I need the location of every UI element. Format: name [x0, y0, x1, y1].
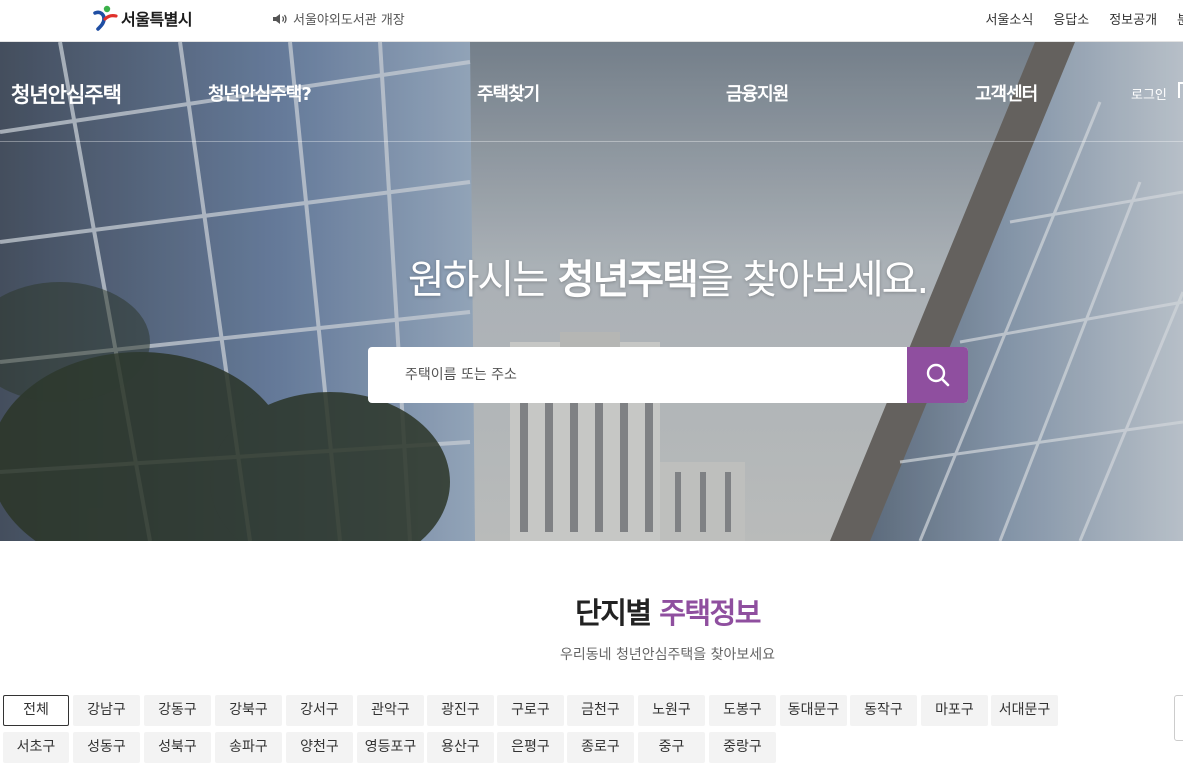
district-chip-all[interactable]: 전체	[3, 695, 69, 726]
hero-title: 원하시는 청년주택을 찾아보세요.	[0, 247, 1183, 305]
district-chip[interactable]: 노원구	[638, 695, 705, 726]
login-link[interactable]: 로그인	[1131, 84, 1167, 103]
district-chip[interactable]: 강남구	[73, 695, 140, 726]
nav-item-customer-center[interactable]: 고객센터	[975, 80, 1038, 106]
hero-banner: 청년안심주택 청년안심주택? 주택찾기 금융지원 고객센터 로그인 원하시는 청…	[0, 42, 1183, 541]
util-link-news[interactable]: 서울소식	[985, 9, 1033, 28]
district-chip[interactable]: 송파구	[215, 732, 282, 763]
district-chip[interactable]: 서대문구	[991, 695, 1058, 726]
side-panel-edge[interactable]	[1174, 695, 1183, 741]
district-chip[interactable]: 광진구	[427, 695, 494, 726]
section-title-main: 단지별	[575, 596, 660, 630]
section-subtitle: 우리동네 청년안심주택을 찾아보세요	[560, 647, 775, 663]
district-chip[interactable]: 영등포구	[357, 732, 424, 763]
notice-text: 서울야외도서관 개장	[293, 13, 405, 28]
district-chip[interactable]: 강서구	[286, 695, 353, 726]
district-chip[interactable]: 강동구	[144, 695, 211, 726]
speaker-icon	[273, 13, 287, 24]
district-chip[interactable]: 은평구	[497, 732, 564, 763]
district-chip[interactable]: 중랑구	[709, 732, 776, 763]
nav-item-financial-support[interactable]: 금융지원	[726, 80, 789, 106]
district-chip[interactable]: 용산구	[427, 732, 494, 763]
menu-icon[interactable]	[1178, 82, 1183, 98]
district-chip[interactable]: 마포구	[921, 695, 988, 726]
district-chip[interactable]: 동작구	[850, 695, 917, 726]
hero-title-post: 을 찾아보세요.	[696, 257, 929, 303]
district-chip[interactable]: 도봉구	[709, 695, 776, 726]
notice-banner[interactable]: 서울야외도서관 개장	[272, 9, 405, 28]
main-navigation: 청년안심주택 청년안심주택? 주택찾기 금융지원 고객센터 로그인	[0, 42, 1183, 142]
district-chip[interactable]: 양천구	[286, 732, 353, 763]
seoul-logo[interactable]: 서울특별시	[92, 4, 193, 32]
search-bar	[368, 347, 968, 403]
district-chip[interactable]: 종로구	[567, 732, 634, 763]
district-chip[interactable]: 관악구	[357, 695, 424, 726]
hero-title-bold: 청년주택	[557, 257, 699, 303]
util-link-eungdapso[interactable]: 응답소	[1053, 9, 1089, 28]
district-chip[interactable]: 강북구	[215, 695, 282, 726]
nav-item-find-housing[interactable]: 주택찾기	[477, 80, 540, 106]
seoul-logo-icon	[93, 5, 118, 31]
district-chip[interactable]: 성동구	[73, 732, 140, 763]
district-chip[interactable]: 동대문구	[780, 695, 847, 726]
section-title: 단지별 주택정보	[0, 590, 1183, 632]
hero-title-pre: 원하시는	[407, 257, 558, 303]
utility-links: 서울소식 응답소 정보공개 분	[985, 9, 1183, 28]
util-link-info-disclosure[interactable]: 정보공개	[1109, 9, 1157, 28]
search-icon	[926, 363, 949, 387]
district-chip[interactable]: 성북구	[144, 732, 211, 763]
district-chip[interactable]: 구로구	[497, 695, 564, 726]
site-brand[interactable]: 청년안심주택	[11, 79, 122, 109]
search-button[interactable]	[907, 347, 968, 403]
district-chip[interactable]: 중구	[638, 732, 705, 763]
util-link-truncated[interactable]: 분	[1177, 9, 1183, 28]
district-chip[interactable]: 서초구	[3, 732, 69, 763]
top-utility-bar: 서울특별시 서울야외도서관 개장 서울소식 응답소 정보공개 분	[0, 0, 1183, 42]
district-chip[interactable]: 금천구	[567, 695, 634, 726]
search-input[interactable]	[368, 347, 907, 403]
logo-text: 서울특별시	[121, 10, 193, 29]
nav-item-about[interactable]: 청년안심주택?	[208, 80, 312, 106]
section-title-accent: 주택정보	[659, 596, 761, 630]
